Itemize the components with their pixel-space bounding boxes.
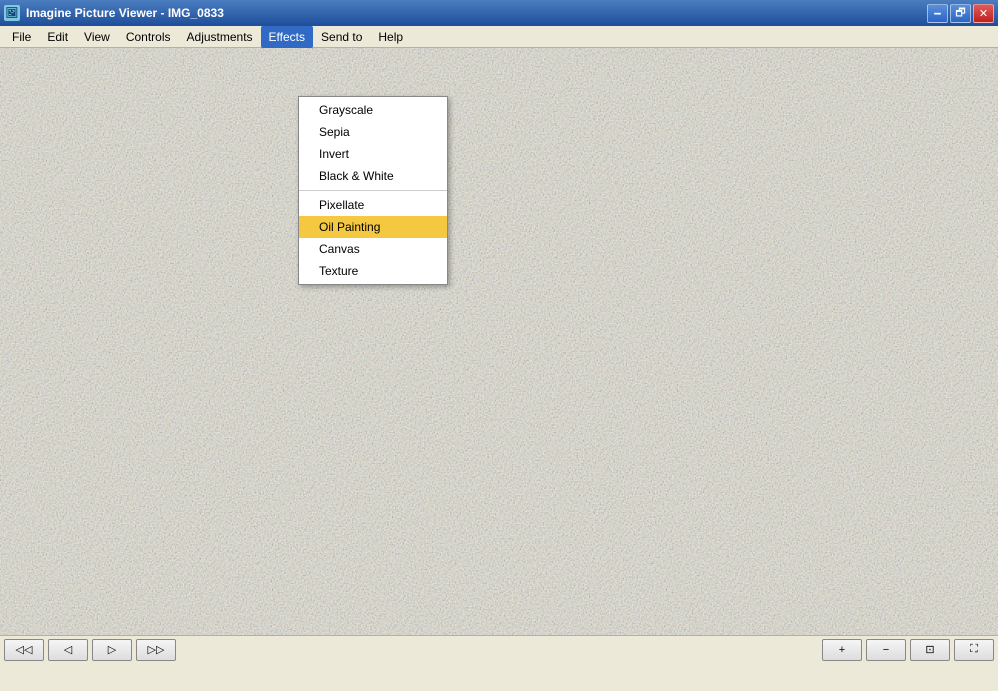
effects-pixellate[interactable]: Pixellate bbox=[299, 194, 447, 216]
menu-separator bbox=[299, 190, 447, 191]
fast-forward-button[interactable]: ▷▷ bbox=[136, 639, 176, 661]
main-content: Grayscale Sepia Invert Black & White Pix… bbox=[0, 48, 998, 663]
menu-effects[interactable]: Effects bbox=[261, 26, 313, 48]
bottom-toolbar: ◁◁ ◁ ▷ ▷▷ + − ⊡ ⛶ bbox=[0, 635, 998, 663]
window-title: Imagine Picture Viewer - IMG_0833 bbox=[26, 6, 224, 20]
effects-grayscale[interactable]: Grayscale bbox=[299, 99, 447, 121]
zoom-out-button[interactable]: − bbox=[866, 639, 906, 661]
restore-button[interactable]: 🗗 bbox=[950, 4, 971, 23]
window-controls: 🗕 🗗 ✕ bbox=[927, 4, 994, 23]
menu-controls[interactable]: Controls bbox=[118, 26, 179, 48]
title-bar: 🖼 Imagine Picture Viewer - IMG_0833 🗕 🗗 … bbox=[0, 0, 998, 26]
title-text: 🖼 Imagine Picture Viewer - IMG_0833 bbox=[4, 5, 224, 21]
menu-view[interactable]: View bbox=[76, 26, 118, 48]
play-button[interactable]: ▷ bbox=[92, 639, 132, 661]
app-icon: 🖼 bbox=[4, 5, 20, 21]
menu-adjustments[interactable]: Adjustments bbox=[179, 26, 261, 48]
effects-texture[interactable]: Texture bbox=[299, 260, 447, 282]
texture-overlay bbox=[0, 48, 998, 663]
effects-canvas[interactable]: Canvas bbox=[299, 238, 447, 260]
zoom-in-button[interactable]: + bbox=[822, 639, 862, 661]
fit-button[interactable]: ⊡ bbox=[910, 639, 950, 661]
prev-button[interactable]: ◁ bbox=[48, 639, 88, 661]
menu-file[interactable]: File bbox=[4, 26, 39, 48]
effects-invert[interactable]: Invert bbox=[299, 143, 447, 165]
rewind-button[interactable]: ◁◁ bbox=[4, 639, 44, 661]
menu-help[interactable]: Help bbox=[370, 26, 411, 48]
menu-send-to[interactable]: Send to bbox=[313, 26, 370, 48]
minimize-button[interactable]: 🗕 bbox=[927, 4, 948, 23]
effects-black-white[interactable]: Black & White bbox=[299, 165, 447, 187]
effects-sepia[interactable]: Sepia bbox=[299, 121, 447, 143]
image-display bbox=[0, 48, 998, 663]
menu-bar: File Edit View Controls Adjustments Effe… bbox=[0, 26, 998, 48]
menu-edit[interactable]: Edit bbox=[39, 26, 76, 48]
close-button[interactable]: ✕ bbox=[973, 4, 994, 23]
effects-oil-painting[interactable]: Oil Painting bbox=[299, 216, 447, 238]
fullscreen-button[interactable]: ⛶ bbox=[954, 639, 994, 661]
effects-dropdown: Grayscale Sepia Invert Black & White Pix… bbox=[298, 96, 448, 285]
